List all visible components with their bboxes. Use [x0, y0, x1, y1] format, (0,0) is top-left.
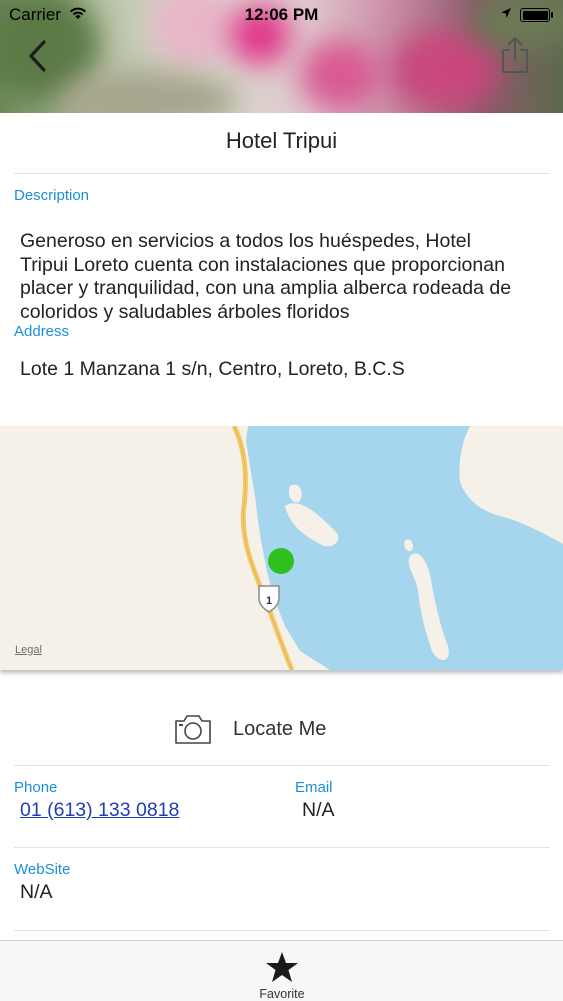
- map-view[interactable]: 1: [0, 426, 563, 670]
- tab-bar: Favorite: [0, 940, 563, 1001]
- locate-me-label: Locate Me: [233, 718, 327, 740]
- divider: [14, 173, 550, 174]
- address-text: Lote 1 Manzana 1 s/n, Centro, Loreto, B.…: [20, 358, 405, 380]
- battery-icon: [520, 8, 553, 22]
- page-title: Hotel Tripui: [225, 128, 338, 153]
- website-label: WebSite: [14, 861, 71, 878]
- divider: [14, 765, 550, 766]
- status-time: 12:06 PM: [244, 5, 319, 24]
- route-number: 1: [266, 595, 272, 607]
- email-value: N/A: [302, 799, 335, 821]
- share-button[interactable]: [499, 34, 531, 76]
- divider: [14, 930, 550, 931]
- divider: [14, 847, 550, 848]
- phone-link[interactable]: 01 (613) 133 0818: [20, 799, 179, 823]
- website-value: N/A: [20, 881, 53, 903]
- description-line: placer y tranquilidad, con una amplia al…: [20, 277, 512, 299]
- tab-favorite[interactable]: Favorite: [252, 949, 312, 1001]
- description-line: coloridos y saludables árboles floridos: [20, 300, 350, 323]
- photo-flower: [300, 40, 380, 110]
- description-label: Description: [14, 187, 90, 204]
- back-button[interactable]: [24, 38, 56, 74]
- star-icon: [266, 952, 298, 982]
- map-canvas[interactable]: 1: [0, 426, 563, 670]
- description-line: Tripui Loreto cuenta con instalaciones q…: [20, 253, 505, 276]
- location-arrow-icon: [501, 8, 511, 18]
- map-legal-link[interactable]: Legal: [15, 644, 42, 656]
- photo-flower: [390, 30, 500, 110]
- location-pin[interactable]: [268, 548, 294, 574]
- address-label: Address: [14, 323, 70, 340]
- camera-icon: [175, 715, 211, 744]
- header-photo: Carrier 12:06 PM: [0, 0, 563, 113]
- phone-label: Phone: [14, 779, 58, 796]
- status-bar: Carrier 12:06 PM: [0, 0, 563, 30]
- tab-favorite-label: Favorite: [259, 987, 305, 1001]
- description-line: Generoso en servicios a todos los huéspe…: [20, 230, 471, 252]
- email-label: Email: [295, 779, 333, 796]
- description-text: Generoso en servicios a todos los huéspe…: [20, 230, 550, 324]
